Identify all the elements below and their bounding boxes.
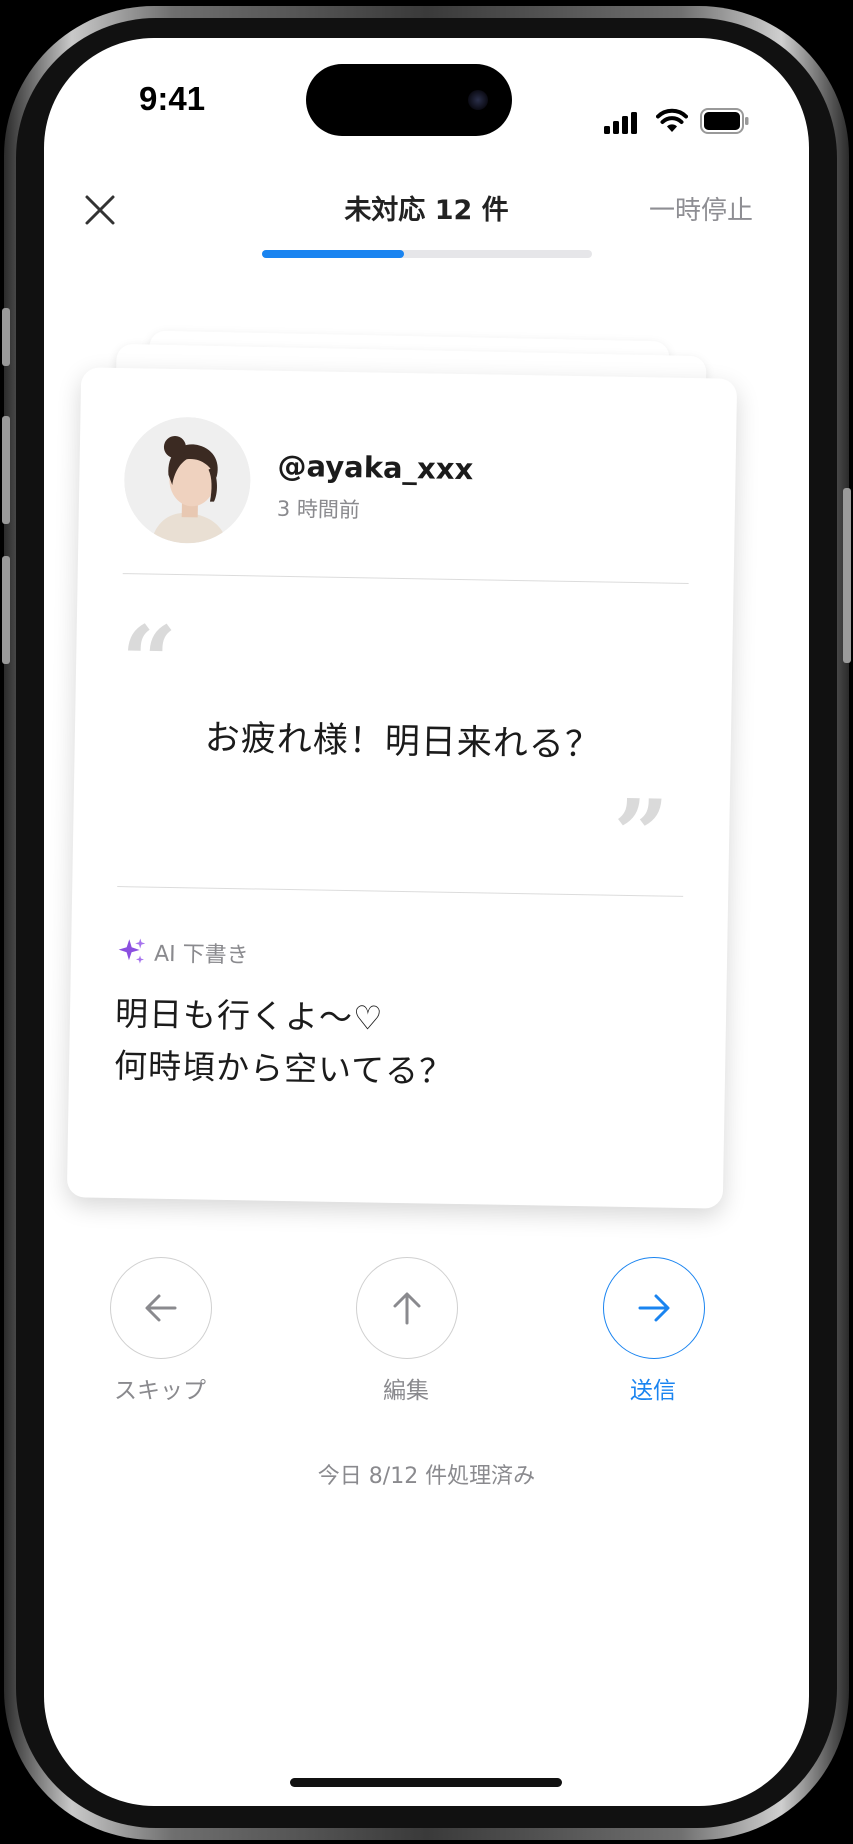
front-camera bbox=[468, 90, 488, 110]
action-button bbox=[2, 308, 10, 366]
battery-icon bbox=[700, 108, 749, 134]
pause-button[interactable]: 一時停止 bbox=[649, 190, 753, 227]
avatar-portrait bbox=[123, 416, 252, 545]
send-button[interactable] bbox=[603, 1257, 705, 1359]
quote-close-icon: ” bbox=[612, 777, 670, 892]
sparkle-icon bbox=[118, 938, 146, 964]
arrow-right-icon bbox=[638, 1294, 670, 1322]
status-time: 9:41 bbox=[139, 80, 206, 117]
ai-draft-label: AI 下書き bbox=[116, 935, 249, 969]
page-title: 未対応 12 件 bbox=[344, 195, 509, 226]
volume-down-button bbox=[2, 556, 10, 664]
wifi-icon bbox=[656, 108, 688, 132]
ai-draft-text[interactable]: 明日も行くよ〜♡ 何時頃から空いてる？ bbox=[114, 988, 455, 1098]
signal-icon bbox=[604, 112, 637, 134]
dynamic-island bbox=[306, 64, 512, 136]
skip-button[interactable] bbox=[110, 1257, 212, 1359]
ai-draft-label-text: AI 下書き bbox=[153, 941, 249, 969]
send-label: 送信 bbox=[630, 1378, 676, 1404]
power-button bbox=[843, 488, 851, 663]
quote-open-icon: “ bbox=[120, 604, 178, 719]
arrow-left-icon bbox=[145, 1294, 177, 1322]
avatar bbox=[123, 416, 252, 545]
username: @ayaka_xxx bbox=[277, 448, 474, 487]
skip-label: スキップ bbox=[114, 1378, 206, 1404]
card-divider-top bbox=[122, 573, 689, 584]
message-card[interactable]: @ayaka_xxx 3 時間前 “ お疲れ様！明日来れる？ ” AI 下書き … bbox=[66, 367, 738, 1209]
edit-button[interactable] bbox=[356, 1257, 458, 1359]
edit-label: 編集 bbox=[383, 1378, 429, 1404]
progress-bar bbox=[262, 250, 592, 258]
progress-fill bbox=[262, 250, 404, 258]
timestamp: 3 時間前 bbox=[276, 496, 361, 523]
daily-summary: 今日 8/12 件処理済み bbox=[317, 1464, 536, 1489]
phone-screen: 9:41 未対応 12 件 一時停止 @ayaka_xxx 3 時間前 “ お疲… bbox=[44, 38, 809, 1806]
home-indicator[interactable] bbox=[290, 1778, 562, 1787]
arrow-up-icon bbox=[393, 1292, 421, 1325]
card-divider-bottom bbox=[117, 886, 684, 897]
close-icon[interactable] bbox=[78, 188, 122, 232]
volume-up-button bbox=[2, 416, 10, 524]
incoming-message: お疲れ様！明日来れる？ bbox=[204, 718, 602, 766]
